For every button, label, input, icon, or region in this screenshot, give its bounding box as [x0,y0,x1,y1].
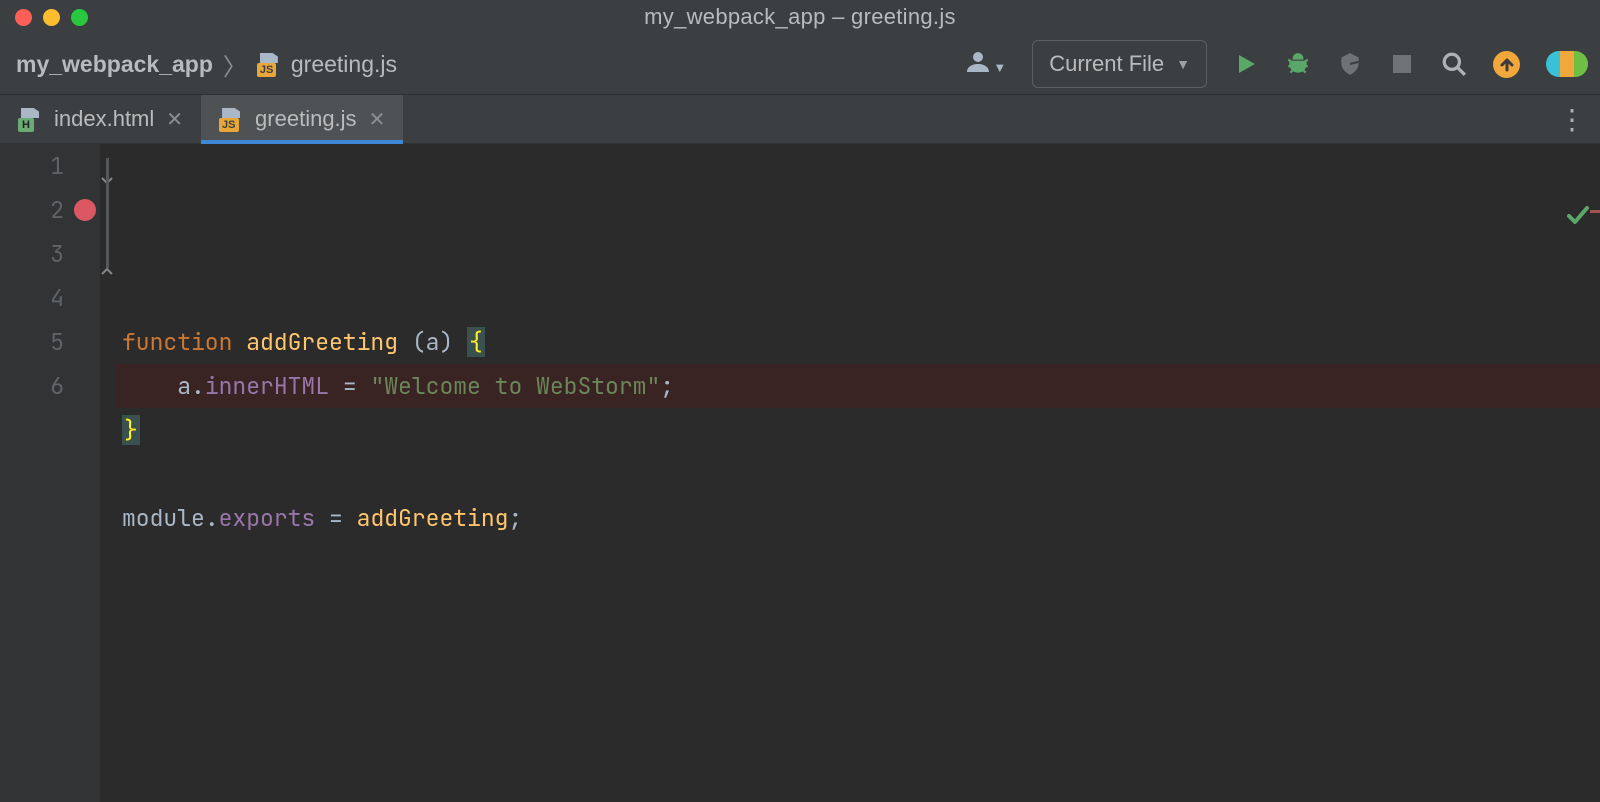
toolbar-right: ▼ Current File ▼ [965,40,1588,88]
window-title: my_webpack_app – greeting.js [0,4,1600,30]
line-number[interactable]: 6 [0,364,64,408]
window-minimize-button[interactable] [43,9,60,26]
run-button[interactable] [1233,51,1259,77]
code-line[interactable] [116,540,1600,584]
update-button[interactable] [1493,51,1520,78]
dropdown-caret-icon: ▼ [1176,56,1190,72]
js-file-icon [257,53,281,75]
inspection-ok-icon[interactable] [1472,152,1590,284]
line-number[interactable]: 1 [0,144,64,188]
breadcrumb: my_webpack_app 〉 greeting.js [16,47,397,82]
breakpoint-marker[interactable] [74,199,96,221]
close-tab-button[interactable]: ✕ [166,107,183,132]
window-close-button[interactable] [15,9,32,26]
account-menu-button[interactable]: ▼ [965,50,1006,78]
navigation-toolbar: my_webpack_app 〉 greeting.js ▼ Current F… [0,34,1600,95]
close-tab-button[interactable]: ✕ [369,107,386,132]
code-with-me-button[interactable] [1546,51,1588,77]
breadcrumb-project[interactable]: my_webpack_app [16,51,213,78]
stop-icon [1393,55,1411,73]
js-file-icon [219,108,243,130]
tab-index-html[interactable]: index.html ✕ [0,95,201,143]
fold-gutter[interactable] [100,144,116,802]
tab-overflow-button[interactable]: ⋮ [1558,103,1588,136]
line-number-gutter[interactable]: 123456 [0,144,100,802]
titlebar: my_webpack_app – greeting.js [0,0,1600,34]
tab-label: greeting.js [255,106,357,132]
tab-label: index.html [54,106,154,132]
traffic-lights [15,9,88,26]
stop-button[interactable] [1389,51,1415,77]
debug-button[interactable] [1285,51,1311,77]
code-line[interactable]: } [116,408,1600,452]
window-maximize-button[interactable] [71,9,88,26]
error-stripe-mark[interactable] [1590,210,1600,213]
fold-end-icon [100,248,116,264]
run-with-coverage-button[interactable] [1337,51,1363,77]
editor-tabs: index.html ✕ greeting.js ✕ ⋮ [0,95,1600,144]
code-line[interactable]: a.innerHTML = "Welcome to WebStorm"; [116,364,1600,408]
line-number[interactable]: 5 [0,320,64,364]
code-area[interactable]: function addGreeting (a) { a.innerHTML =… [116,144,1600,802]
breadcrumb-file[interactable]: greeting.js [291,51,397,78]
code-editor[interactable]: 123456 function addGreeting (a) { a.inne… [0,144,1600,802]
html-file-icon [18,108,42,130]
breadcrumb-separator-icon: 〉 [223,47,247,82]
code-line[interactable]: module.exports = addGreeting; [116,496,1600,540]
line-number[interactable]: 3 [0,232,64,276]
code-line[interactable] [116,452,1600,496]
code-line[interactable]: function addGreeting (a) { [116,320,1600,364]
line-number[interactable]: 2 [0,188,64,232]
run-config-label: Current File [1049,51,1164,77]
search-everywhere-button[interactable] [1441,51,1467,77]
line-number[interactable]: 4 [0,276,64,320]
run-config-selector[interactable]: Current File ▼ [1032,40,1207,88]
tab-greeting-js[interactable]: greeting.js ✕ [201,95,403,143]
